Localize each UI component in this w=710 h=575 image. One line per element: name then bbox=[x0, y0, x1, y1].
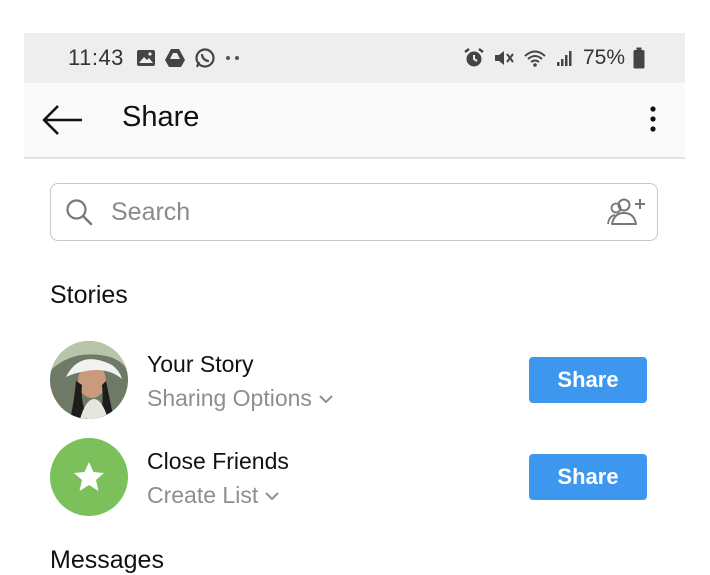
whatsapp-icon bbox=[195, 48, 215, 68]
chevron-down-icon bbox=[265, 491, 279, 500]
share-button[interactable]: Share bbox=[529, 454, 647, 500]
battery-icon bbox=[633, 47, 645, 69]
alarm-icon bbox=[464, 48, 484, 67]
story-row-your-story: Your Story Sharing Options Share bbox=[50, 341, 650, 419]
stories-section-title: Stories bbox=[50, 281, 128, 309]
more-options-icon[interactable] bbox=[643, 105, 663, 135]
more-dots-icon bbox=[225, 56, 239, 60]
page-title: Share bbox=[122, 101, 200, 133]
story-name: Close Friends bbox=[147, 448, 289, 474]
search-input[interactable] bbox=[109, 192, 593, 232]
gallery-icon bbox=[136, 50, 155, 66]
story-sub-label: Sharing Options bbox=[147, 385, 312, 411]
star-icon bbox=[74, 462, 104, 491]
add-people-icon[interactable] bbox=[607, 196, 647, 228]
sharing-options-link[interactable]: Sharing Options bbox=[147, 385, 334, 412]
share-button[interactable]: Share bbox=[529, 357, 647, 403]
wifi-icon bbox=[524, 50, 546, 67]
create-list-link[interactable]: Create List bbox=[147, 482, 280, 509]
search-icon bbox=[66, 199, 93, 226]
messages-section-title: Messages bbox=[50, 546, 164, 574]
app-bar: Share bbox=[24, 83, 685, 159]
story-sub-label: Create List bbox=[147, 482, 259, 508]
avatar bbox=[50, 341, 128, 419]
back-arrow-icon[interactable] bbox=[42, 103, 84, 137]
drive-icon bbox=[164, 49, 185, 67]
search-bar bbox=[50, 183, 658, 241]
battery-percent: 75% bbox=[582, 46, 625, 69]
status-time: 11:43 bbox=[68, 45, 124, 70]
status-bar: 11:43 75% bbox=[24, 33, 685, 83]
chevron-down-icon bbox=[319, 394, 333, 403]
signal-icon bbox=[556, 51, 572, 66]
story-name: Your Story bbox=[147, 351, 254, 377]
mute-icon bbox=[494, 51, 514, 65]
story-row-close-friends: Close Friends Create List Share bbox=[50, 438, 650, 516]
close-friends-avatar bbox=[50, 438, 128, 516]
